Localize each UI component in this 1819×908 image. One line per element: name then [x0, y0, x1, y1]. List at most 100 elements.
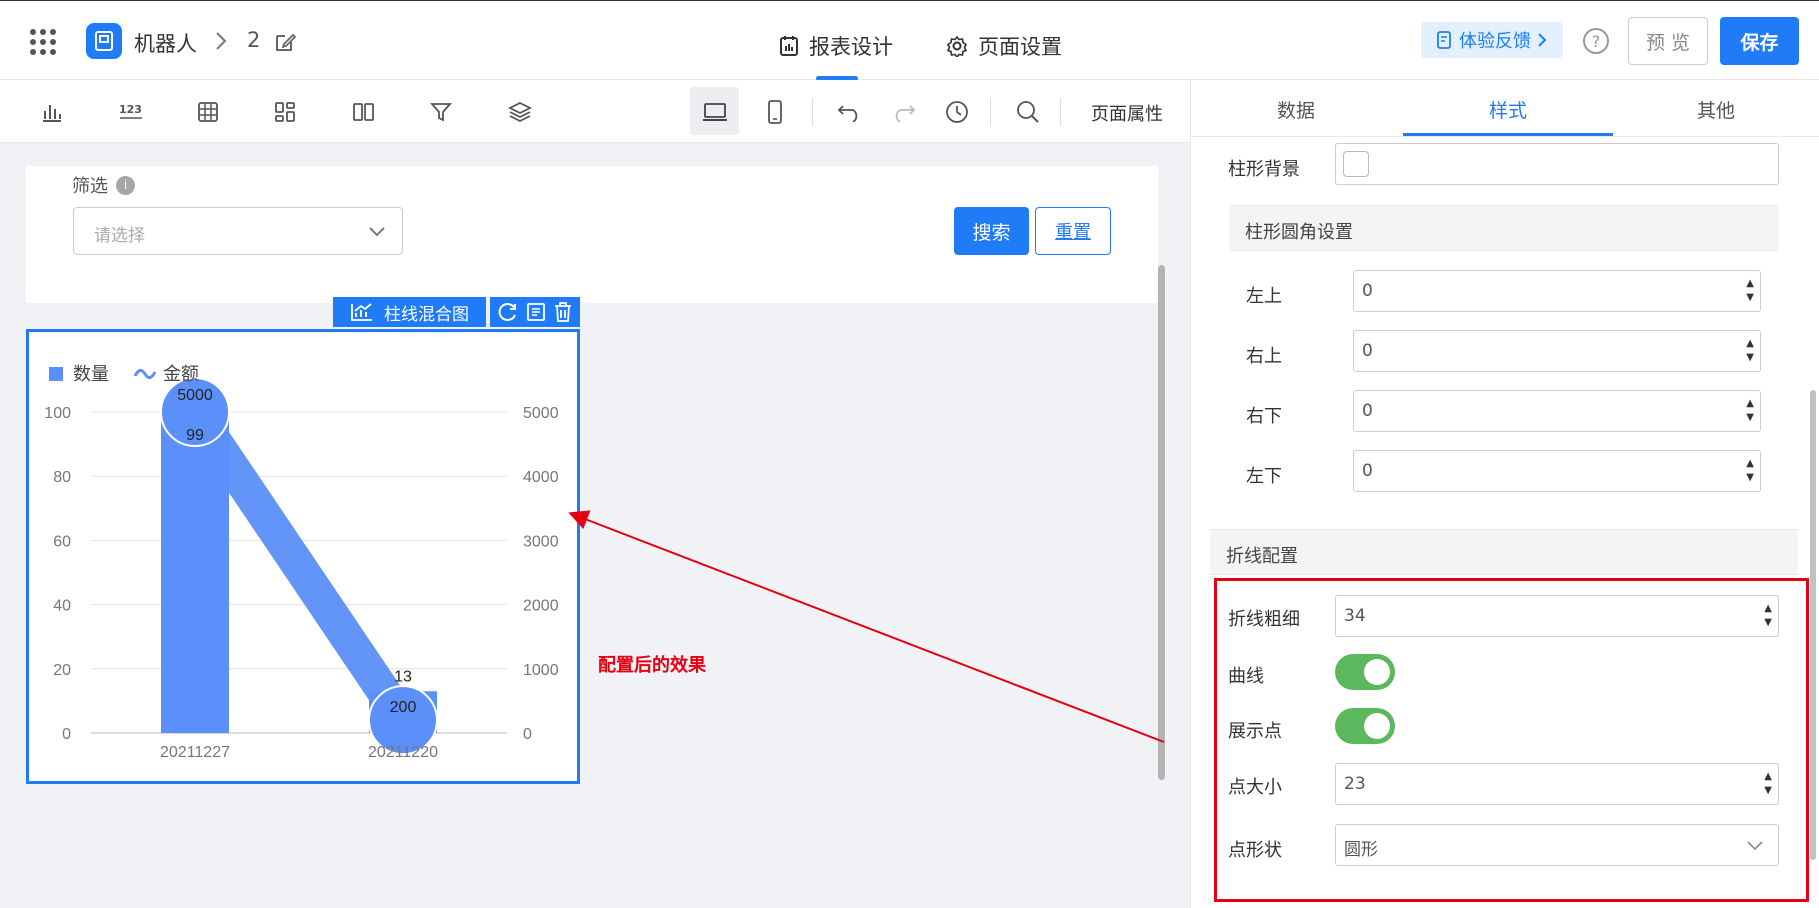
bar-background-field[interactable] — [1335, 143, 1779, 185]
layers-icon[interactable] — [505, 97, 535, 127]
chart-container[interactable]: 0 20 40 60 80 100 0 1000 2000 3000 4000 5000 99 13 500… — [26, 329, 580, 784]
reset-button[interactable]: 重置 — [1035, 207, 1111, 255]
gear-icon — [946, 35, 968, 57]
corner-bottom-left-input[interactable]: 0 ▲ ▼ — [1353, 450, 1761, 492]
copy-icon[interactable] — [525, 301, 547, 323]
line-data-label: 200 — [390, 699, 417, 716]
panel-scrollbar[interactable] — [1810, 390, 1816, 860]
point-size-value: 23 — [1344, 774, 1366, 794]
combo-chart-icon — [351, 303, 372, 321]
report-icon — [780, 36, 798, 56]
legend-line-swatch — [133, 369, 157, 379]
tab-data[interactable]: 数据 — [1191, 96, 1401, 123]
corner-top-left-value: 0 — [1362, 281, 1373, 301]
app-name: 机器人 — [134, 32, 197, 56]
toolbar-divider — [990, 98, 991, 126]
redo-icon[interactable] — [888, 97, 918, 127]
save-button[interactable]: 保存 — [1720, 17, 1799, 65]
search-button[interactable]: 搜索 — [954, 207, 1029, 255]
chart-type-label: 柱线混合图 — [384, 304, 469, 325]
annotation-text: 配置后的效果 — [598, 655, 706, 676]
top-bar: 机器人 2 报表设计 页面设置 体验反馈 ? 预 览 保存 — [0, 0, 1819, 81]
y-left-tick-label: 0 — [62, 726, 71, 743]
undo-icon[interactable] — [835, 97, 865, 127]
curve-toggle[interactable] — [1335, 654, 1395, 690]
point-shape-select[interactable]: 圆形 — [1335, 824, 1779, 866]
corner-section-header: 柱形圆角设置 — [1229, 205, 1779, 251]
chevron-right-icon — [1538, 33, 1547, 47]
app-grid-icon[interactable] — [30, 29, 56, 55]
feedback-icon — [1437, 31, 1451, 49]
corner-top-right-input[interactable]: 0 ▲ ▼ — [1353, 330, 1761, 372]
stepper-icon[interactable]: ▲ ▼ — [1746, 277, 1754, 305]
stepper-icon[interactable]: ▲ ▼ — [1764, 602, 1772, 630]
combo-chart: 0204060801000100020003000400050009913500… — [44, 364, 559, 761]
chevron-right-icon — [214, 31, 228, 55]
point-size-input[interactable]: 23 ▲ ▼ — [1335, 763, 1779, 805]
search-icon[interactable] — [1013, 97, 1043, 127]
filter-select[interactable]: 请选择 — [73, 207, 403, 255]
corner-bottom-left-value: 0 — [1362, 461, 1373, 481]
stepper-icon[interactable]: ▲ ▼ — [1746, 397, 1754, 425]
columns-icon[interactable] — [348, 97, 378, 127]
chevron-down-icon — [1747, 841, 1763, 851]
stepper-icon[interactable]: ▲ ▼ — [1746, 457, 1754, 485]
filter-label-text: 筛选 — [72, 176, 108, 197]
line-section-header: 折线配置 — [1210, 529, 1798, 575]
tab-page-settings[interactable]: 页面设置 — [946, 31, 1062, 61]
toggle-knob — [1364, 713, 1390, 739]
bar-data-label: 13 — [394, 668, 412, 685]
corner-top-left-input[interactable]: 0 ▲ ▼ — [1353, 270, 1761, 312]
table-icon[interactable] — [193, 97, 223, 127]
corner-top-left-label: 左上 — [1246, 286, 1282, 307]
bar-background-checkbox[interactable] — [1343, 151, 1369, 177]
y-right-tick-label: 4000 — [523, 469, 559, 486]
y-left-tick-label: 20 — [53, 662, 71, 679]
canvas-toolbar: 123 — [0, 80, 1190, 143]
corner-top-right-value: 0 — [1362, 341, 1373, 361]
feedback-button[interactable]: 体验反馈 — [1421, 22, 1563, 58]
tab-page-settings-label: 页面设置 — [978, 35, 1062, 59]
legend-line-label: 金额 — [163, 364, 199, 384]
layout-grid-icon[interactable] — [270, 97, 300, 127]
y-right-tick-label: 3000 — [523, 533, 559, 550]
number-card-icon[interactable]: 123 — [116, 97, 146, 127]
mobile-view-icon[interactable] — [760, 97, 790, 127]
delete-icon[interactable] — [553, 301, 573, 323]
desktop-view-icon[interactable] — [700, 97, 730, 127]
filter-select-placeholder: 请选择 — [94, 226, 145, 246]
stepper-icon[interactable]: ▲ ▼ — [1764, 770, 1772, 798]
chart-type-badge[interactable]: 柱线混合图 — [333, 297, 486, 327]
help-icon[interactable]: ? — [1583, 28, 1609, 54]
breadcrumb-report-name: 2 — [247, 28, 261, 52]
y-left-tick-label: 40 — [53, 598, 71, 615]
bar-chart-icon[interactable] — [37, 97, 67, 127]
point-size-label: 点大小 — [1228, 777, 1282, 798]
y-left-tick-label: 100 — [44, 405, 71, 422]
line-width-input[interactable]: 34 ▲ ▼ — [1335, 595, 1779, 637]
history-icon[interactable] — [942, 97, 972, 127]
show-points-toggle[interactable] — [1335, 708, 1395, 744]
app-logo-icon — [86, 23, 122, 59]
tab-style[interactable]: 样式 — [1403, 96, 1613, 123]
filter-icon[interactable] — [426, 97, 456, 127]
refresh-icon[interactable] — [497, 301, 519, 323]
preview-button[interactable]: 预 览 — [1628, 17, 1708, 65]
curve-label: 曲线 — [1228, 666, 1264, 687]
tab-other[interactable]: 其他 — [1611, 96, 1819, 123]
show-points-label: 展示点 — [1228, 721, 1282, 742]
stepper-icon[interactable]: ▲ ▼ — [1746, 337, 1754, 365]
edit-icon[interactable] — [274, 31, 297, 57]
info-icon[interactable]: i — [116, 175, 135, 195]
page-properties-button[interactable]: 页面属性 — [1091, 100, 1163, 126]
tab-report-design[interactable]: 报表设计 — [779, 31, 893, 61]
tab-report-design-label: 报表设计 — [809, 35, 893, 59]
toggle-knob — [1364, 659, 1390, 685]
tab-divider — [1191, 136, 1819, 137]
corner-bottom-right-input[interactable]: 0 ▲ ▼ — [1353, 390, 1761, 432]
y-right-tick-label: 2000 — [523, 598, 559, 615]
canvas-scrollbar[interactable] — [1158, 265, 1165, 780]
line-width-label: 折线粗细 — [1228, 609, 1300, 630]
y-left-tick-label: 80 — [53, 469, 71, 486]
y-left-tick-label: 60 — [53, 533, 71, 550]
